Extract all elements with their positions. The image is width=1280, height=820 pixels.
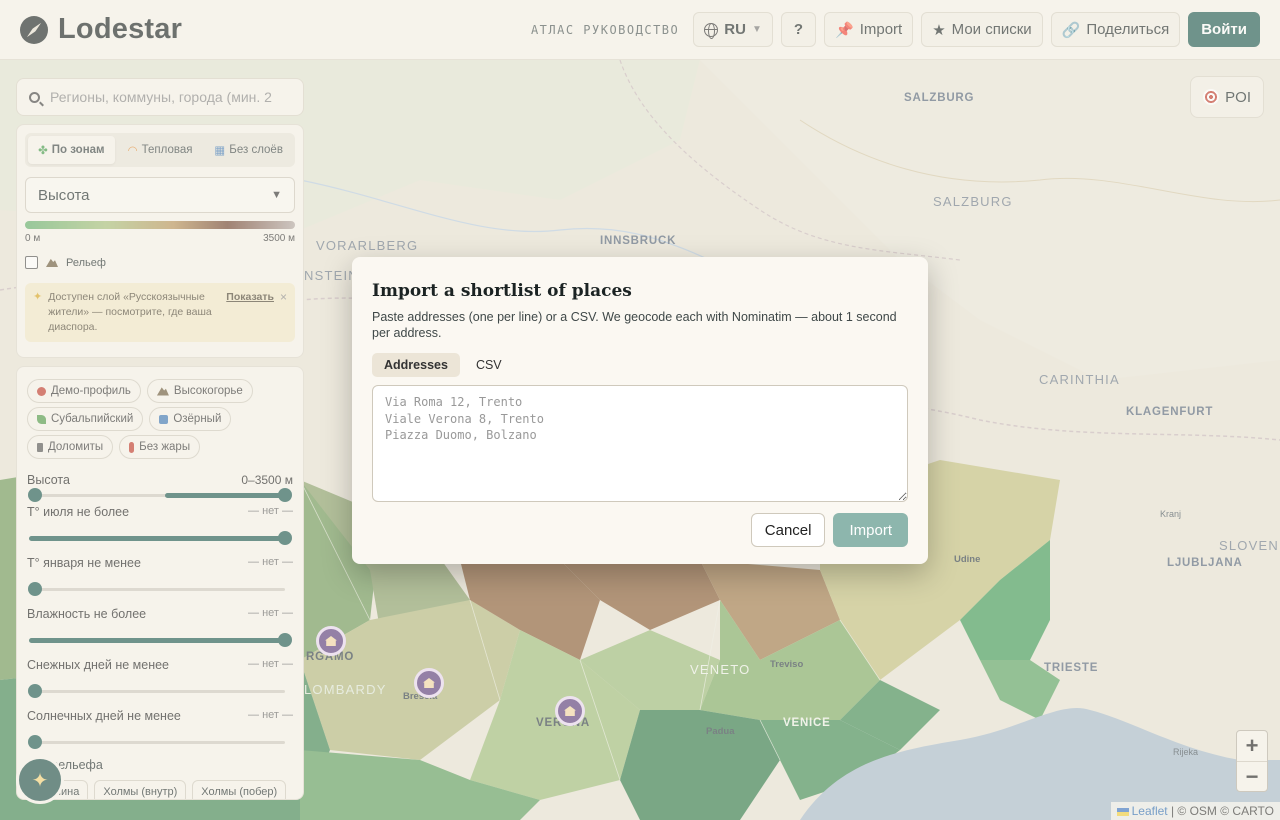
import-submit-button[interactable]: Import <box>833 513 908 547</box>
addresses-textarea[interactable] <box>372 385 908 502</box>
tab-csv[interactable]: CSV <box>464 353 514 377</box>
dialog-title: Import a shortlist of places <box>372 281 632 301</box>
dialog-description: Paste addresses (one per line) or a CSV.… <box>372 310 897 340</box>
cancel-button[interactable]: Cancel <box>750 513 826 547</box>
tab-addresses[interactable]: Addresses <box>372 353 460 377</box>
import-format-tabs: Addresses CSV <box>372 353 908 377</box>
import-dialog: Import a shortlist of places Paste addre… <box>352 257 928 564</box>
